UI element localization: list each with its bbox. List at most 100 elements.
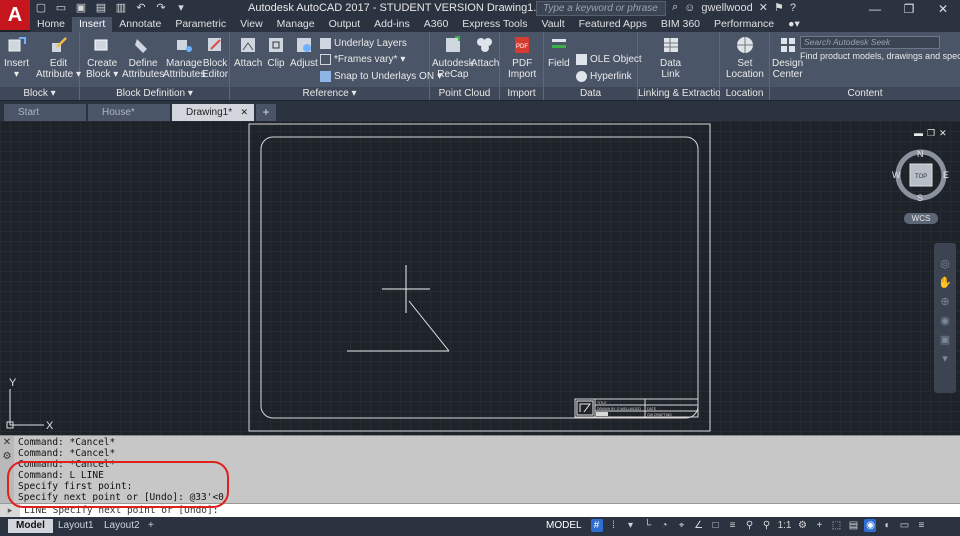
ortho-icon[interactable]: └ xyxy=(642,519,654,532)
isolate-objects-icon[interactable]: ◐ xyxy=(881,519,893,532)
autodesk-recap-button[interactable]: Autodesk ReCap xyxy=(432,35,474,80)
grid-icon[interactable]: # xyxy=(590,519,603,532)
help-search-input[interactable]: Type a keyword or phrase xyxy=(536,1,666,16)
show-motion-icon[interactable]: ▣ xyxy=(940,333,950,346)
file-tab-house[interactable]: House* xyxy=(88,104,170,121)
restore-viewport-icon[interactable]: ❐ xyxy=(927,128,935,139)
compass-north[interactable]: N xyxy=(917,149,924,159)
object-snap-tracking-icon[interactable]: ∠ xyxy=(693,519,705,532)
username-label[interactable]: gwellwood xyxy=(701,2,752,14)
add-layout-button[interactable]: + xyxy=(140,519,162,533)
redo-icon[interactable]: ↷ xyxy=(154,1,168,14)
application-menu-button[interactable]: A xyxy=(0,0,30,30)
object-snap-icon[interactable]: □ xyxy=(710,519,722,532)
clean-screen-icon[interactable]: ▭ xyxy=(898,519,910,532)
snap-mode-icon[interactable]: ⁞ xyxy=(608,519,620,532)
close-button[interactable]: ✕ xyxy=(926,0,960,17)
hyperlink-button[interactable]: Hyperlink xyxy=(576,71,632,82)
close-tab-icon[interactable]: ✕ xyxy=(240,104,248,121)
minimize-viewport-icon[interactable]: ▬ xyxy=(914,128,923,139)
user-icon[interactable]: ☺ xyxy=(684,2,695,14)
tab-parametric[interactable]: Parametric xyxy=(168,17,233,32)
compass-east[interactable]: E xyxy=(943,170,949,180)
full-navigation-wheel-icon[interactable]: ◎ xyxy=(940,257,950,270)
tab-home[interactable]: Home xyxy=(30,17,72,32)
customization-icon[interactable]: ≡ xyxy=(915,519,927,532)
help-icon[interactable]: ? xyxy=(790,2,796,14)
snap-to-underlays-dropdown[interactable]: Snap to Underlays ON ▾ xyxy=(320,71,442,82)
tab-output[interactable]: Output xyxy=(322,17,368,32)
pdf-import-button[interactable]: PDF PDF Import xyxy=(508,35,536,80)
file-tab-start[interactable]: Start xyxy=(4,104,86,121)
tab-add-ins[interactable]: Add-ins xyxy=(367,17,417,32)
compass-west[interactable]: W xyxy=(892,170,901,180)
frames-dropdown[interactable]: *Frames vary* ▾ xyxy=(320,54,405,65)
edit-attribute-button[interactable]: Edit Attribute ▾ xyxy=(36,35,81,80)
maximize-button[interactable]: ❐ xyxy=(892,0,926,17)
polar-tracking-icon[interactable]: ◔ xyxy=(659,519,671,532)
manage-attributes-button[interactable]: Manage Attributes xyxy=(163,35,205,80)
isodraft-icon[interactable]: ⌖ xyxy=(676,519,688,532)
layout-tab-model[interactable]: Model xyxy=(8,519,53,533)
zoom-extents-icon[interactable]: ⊕ xyxy=(940,295,949,308)
tab-bim-360[interactable]: BIM 360 xyxy=(654,17,707,32)
tab-view[interactable]: View xyxy=(233,17,270,32)
new-tab-button[interactable]: + xyxy=(256,104,276,121)
adjust-button[interactable]: Adjust xyxy=(290,35,318,69)
seek-search-input[interactable]: Search Autodesk Seek xyxy=(800,36,940,49)
open-folder-icon[interactable]: ▭ xyxy=(54,1,68,14)
command-settings-icon[interactable]: ⚙ xyxy=(0,450,14,464)
drawing-canvas[interactable]: TITLE DRAWN BY G.WELLWOOD DATE GW DRAFTI… xyxy=(0,121,960,435)
compass-south[interactable]: S xyxy=(917,193,923,203)
workspace-gear-icon[interactable]: ⚙ xyxy=(796,519,808,532)
viewcube[interactable]: TOP N S W E xyxy=(892,149,949,203)
new-file-icon[interactable]: ▢ xyxy=(34,1,48,14)
panel-title-block-definition[interactable]: Block Definition ▾ xyxy=(80,87,229,100)
tab-express-tools[interactable]: Express Tools xyxy=(455,17,534,32)
pan-icon[interactable]: ✋ xyxy=(938,276,952,289)
panel-title-reference[interactable]: Reference ▾ xyxy=(230,87,429,100)
clip-button[interactable]: Clip xyxy=(266,35,286,69)
orbit-icon[interactable]: ◉ xyxy=(940,314,950,327)
units-icon[interactable]: ⬚ xyxy=(830,519,842,532)
a360-icon[interactable]: ⚑ xyxy=(774,1,784,14)
print-icon[interactable]: ▥ xyxy=(114,1,128,14)
close-viewport-icon[interactable]: ✕ xyxy=(939,128,947,139)
line-diagonal[interactable] xyxy=(408,300,450,352)
tab-performance[interactable]: Performance xyxy=(707,17,781,32)
tab-vault[interactable]: Vault xyxy=(534,17,571,32)
underlay-layers-button[interactable]: Underlay Layers xyxy=(320,38,407,49)
annotation-monitor-icon[interactable]: + xyxy=(813,519,825,532)
quick-properties-icon[interactable]: ▤ xyxy=(847,519,859,532)
panel-title-block[interactable]: Block ▾ xyxy=(0,87,79,100)
minimize-button[interactable]: — xyxy=(858,0,892,17)
set-location-button[interactable]: Set Location xyxy=(726,35,764,80)
navbar-menu-icon[interactable]: ▾ xyxy=(942,352,948,365)
ole-object-button[interactable]: OLE Object xyxy=(576,54,642,65)
tab-manage[interactable]: Manage xyxy=(270,17,322,32)
data-link-button[interactable]: Data Link xyxy=(660,35,681,80)
status-menu-icon[interactable]: ▾ xyxy=(625,519,637,532)
tab-a360[interactable]: A360 xyxy=(417,17,456,32)
define-attributes-button[interactable]: Define Attributes xyxy=(122,35,164,80)
lineweight-icon[interactable]: ≡ xyxy=(727,519,739,532)
field-button[interactable]: Field xyxy=(548,35,570,69)
design-center-button[interactable]: Design Center xyxy=(772,35,803,80)
annotation-visibility-icon[interactable]: ⚲ xyxy=(744,519,756,532)
tab-insert[interactable]: Insert xyxy=(72,17,113,32)
file-tab-drawing1[interactable]: Drawing1* ✕ xyxy=(172,104,254,121)
wcs-menu-button[interactable]: WCS xyxy=(904,213,938,224)
insert-block-button[interactable]: Insert ▾ xyxy=(4,35,29,80)
attach-button[interactable]: Attach xyxy=(234,35,262,69)
auto-scale-icon[interactable]: ⚲ xyxy=(761,519,773,532)
hardware-acceleration-icon[interactable]: ◉ xyxy=(864,519,877,532)
model-space-toggle[interactable]: MODEL xyxy=(546,520,586,531)
block-editor-button[interactable]: Block Editor xyxy=(202,35,228,80)
save-as-icon[interactable]: ▤ xyxy=(94,1,108,14)
point-cloud-attach-button[interactable]: Attach xyxy=(471,35,499,69)
create-block-button[interactable]: Create Block ▾ xyxy=(86,35,118,80)
exchange-icon[interactable]: ✕ xyxy=(759,1,768,14)
tab-annotate[interactable]: Annotate xyxy=(112,17,168,32)
undo-icon[interactable]: ↶ xyxy=(134,1,148,14)
ribbon-options-icon[interactable]: ●▾ xyxy=(781,17,807,32)
